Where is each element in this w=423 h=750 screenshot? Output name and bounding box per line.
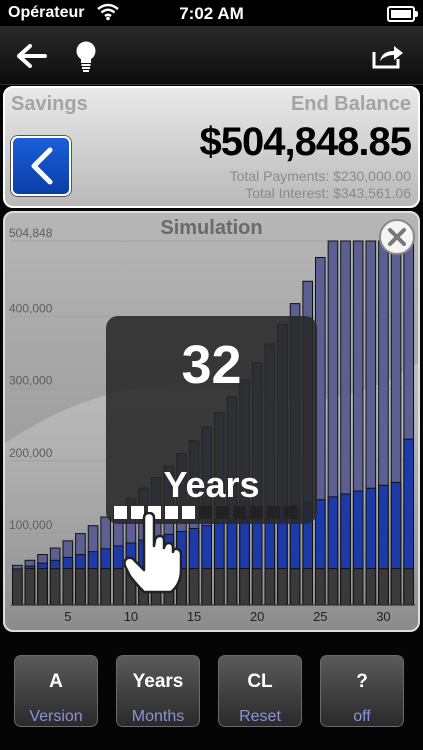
- bar-base: [365, 568, 377, 606]
- version-button-bottom: Version: [29, 708, 83, 725]
- y-tick-label: 100,000: [9, 518, 53, 532]
- bar-base: [201, 568, 212, 606]
- bar-base: [24, 568, 36, 606]
- bar-base: [378, 568, 389, 606]
- bar-base: [75, 568, 86, 606]
- bar-base: [403, 568, 414, 606]
- lightbulb-icon[interactable]: [66, 36, 106, 76]
- simulation-title: Simulation: [160, 217, 263, 239]
- back-arrow-icon[interactable]: [12, 36, 52, 76]
- share-icon[interactable]: [368, 36, 408, 76]
- back-button[interactable]: [11, 136, 71, 196]
- bar-base: [277, 568, 288, 606]
- reset-button-top: CL: [247, 671, 273, 692]
- bar-base: [62, 568, 74, 606]
- bar-base: [214, 568, 225, 606]
- x-tick-label: 30: [376, 609, 390, 624]
- bar-base: [113, 568, 124, 606]
- bar-base: [188, 568, 200, 606]
- reset-button[interactable]: CL Reset: [218, 655, 302, 727]
- version-button-top: A: [49, 671, 63, 692]
- bar-base: [327, 568, 339, 606]
- years-months-button[interactable]: Years Months: [116, 655, 200, 727]
- duration-overlay[interactable]: 32 Years: [106, 316, 317, 524]
- x-tick-label: 25: [313, 609, 327, 624]
- hand-pointer-icon: [123, 511, 183, 599]
- duration-number: 32: [181, 335, 242, 395]
- y-tick-label: 300,000: [9, 374, 53, 388]
- help-button[interactable]: ? off: [320, 655, 404, 727]
- savings-title: Savings: [11, 93, 88, 115]
- bar-base: [49, 568, 61, 606]
- bar-base: [87, 568, 99, 606]
- bar-base: [264, 568, 276, 606]
- battery-icon: [387, 6, 418, 22]
- years-months-button-top: Years: [132, 671, 184, 692]
- version-button[interactable]: A Version: [14, 655, 98, 727]
- y-tick-label: 400,000: [9, 302, 53, 316]
- duration-unit: Years: [163, 464, 260, 505]
- status-bar: Opérateur 7:02 AM: [0, 0, 423, 26]
- clock: 7:02 AM: [179, 4, 244, 23]
- bar-base: [289, 568, 301, 606]
- x-tick-label: 5: [64, 609, 71, 624]
- years-months-button-bottom: Months: [131, 708, 185, 725]
- bar-base: [239, 568, 250, 606]
- bar-base: [340, 568, 351, 606]
- end-balance-label: End Balance: [290, 93, 411, 115]
- toolbar: [0, 26, 423, 85]
- x-tick-label: 10: [124, 609, 138, 624]
- total-payments: Total Payments: $230,000.00: [229, 168, 411, 184]
- bar-base: [12, 568, 23, 606]
- chevron-left-icon: [31, 147, 53, 185]
- bar-base: [37, 568, 48, 606]
- bar-base: [302, 568, 313, 606]
- bar-base: [315, 568, 326, 606]
- savings-panel: Savings End Balance $504,848.85 Total Pa…: [3, 86, 420, 208]
- bar-base: [251, 568, 263, 606]
- bar-base: [390, 568, 402, 606]
- bottom-bar: A Version Years Months CL Reset ? off: [0, 640, 423, 750]
- y-tick-label: 200,000: [9, 446, 53, 460]
- bar-base: [352, 568, 364, 606]
- close-button[interactable]: [379, 219, 415, 255]
- help-button-top: ?: [356, 671, 368, 692]
- x-tick-label: 20: [250, 609, 264, 624]
- x-tick-label: 15: [187, 609, 201, 624]
- bar-base: [100, 568, 111, 606]
- end-balance-amount: $504,848.85: [199, 120, 412, 164]
- bar-base: [226, 568, 238, 606]
- close-icon: [388, 228, 406, 246]
- help-button-bottom: off: [353, 708, 371, 725]
- total-interest: Total Interest: $343,561.06: [245, 185, 411, 201]
- reset-button-bottom: Reset: [239, 708, 281, 725]
